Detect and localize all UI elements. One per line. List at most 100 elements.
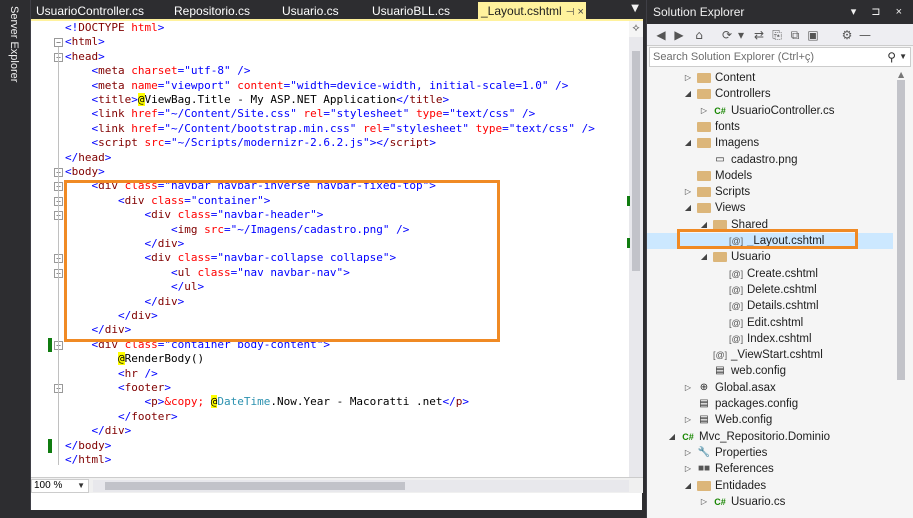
- collapse-toggle-icon[interactable]: −: [54, 38, 63, 48]
- code-line[interactable]: </div>: [65, 237, 184, 251]
- tree-item-fonts[interactable]: fonts: [647, 119, 900, 135]
- code-line[interactable]: <ul class="nav navbar-nav">: [65, 266, 350, 280]
- tree-item-views[interactable]: ◢ Views: [647, 200, 900, 216]
- close-icon[interactable]: ×: [577, 6, 583, 18]
- code-line[interactable]: <footer>: [65, 381, 171, 395]
- tree-item-web-config[interactable]: ▤ web.config: [647, 363, 900, 379]
- code-line[interactable]: <img src="~/Imagens/cadastro.png" />: [65, 223, 409, 237]
- code-line[interactable]: <div class="container body-content">: [65, 338, 330, 352]
- collapsed-arrow-icon[interactable]: ▷: [683, 380, 693, 396]
- tree-item-content[interactable]: ▷ Content: [647, 70, 900, 86]
- preview-icon[interactable]: —: [857, 27, 873, 43]
- collapsed-arrow-icon[interactable]: ▷: [699, 494, 709, 510]
- tree-item-details-cshtml[interactable]: [@] Details.cshtml: [647, 298, 900, 314]
- expanded-arrow-icon[interactable]: ◢: [683, 135, 693, 151]
- horizontal-scroll-thumb[interactable]: [105, 482, 405, 490]
- server-explorer-tab[interactable]: Server Explorer: [8, 6, 22, 82]
- tree-item-delete-cshtml[interactable]: [@] Delete.cshtml: [647, 282, 900, 298]
- panel-window-controls[interactable]: ▾ ⊐ ×: [851, 0, 908, 24]
- expanded-arrow-icon[interactable]: ◢: [667, 429, 677, 445]
- expanded-arrow-icon[interactable]: ◢: [699, 217, 709, 233]
- vertical-scrollbar[interactable]: [629, 21, 643, 477]
- collapsed-arrow-icon[interactable]: ▷: [699, 103, 709, 119]
- code-line[interactable]: </div>: [65, 309, 158, 323]
- tree-item-models[interactable]: Models: [647, 168, 900, 184]
- tree-item-usuario[interactable]: ◢ Usuario: [647, 249, 900, 265]
- code-line[interactable]: <hr />: [65, 367, 158, 381]
- code-line[interactable]: <head>: [65, 50, 105, 64]
- code-area[interactable]: <!DOCTYPE html> <html> <head> <meta charse…: [31, 21, 629, 477]
- chevron-down-icon[interactable]: ▾: [733, 27, 749, 43]
- collapse-all-icon[interactable]: ⧉: [787, 27, 803, 43]
- tree-item-references[interactable]: ▷ ■■ References: [647, 461, 900, 477]
- code-line[interactable]: <div class="container">: [65, 194, 270, 208]
- expanded-arrow-icon[interactable]: ◢: [699, 249, 709, 265]
- solution-scroll-thumb[interactable]: [897, 80, 905, 380]
- code-line[interactable]: <link href="~/Content/bootstrap.min.css"…: [65, 122, 595, 136]
- tree-item-mvc-repositorio-dominio[interactable]: ◢ C# Mvc_Repositorio.Dominio: [647, 429, 900, 445]
- back-icon[interactable]: ◀: [653, 27, 669, 43]
- code-line[interactable]: <script src="~/Scripts/modernizr-2.6.2.j…: [65, 136, 436, 150]
- code-line[interactable]: <meta charset="utf-8" />: [65, 64, 251, 78]
- solution-explorer-search-input[interactable]: Search Solution Explorer (Ctrl+ç) ⚲ ▼: [649, 47, 911, 67]
- code-line[interactable]: <div class="navbar navbar-inverse navbar…: [65, 179, 436, 193]
- refresh-icon[interactable]: ⎘: [769, 27, 785, 43]
- expanded-arrow-icon[interactable]: ◢: [683, 86, 693, 102]
- code-line[interactable]: <div class="navbar-header">: [65, 208, 323, 222]
- code-line[interactable]: </div>: [65, 295, 184, 309]
- expanded-arrow-icon[interactable]: ◢: [683, 200, 693, 216]
- tree-item-web-config[interactable]: ▷ ▤ Web.config: [647, 412, 900, 428]
- code-line[interactable]: <body>: [65, 165, 105, 179]
- search-icon[interactable]: ⚲: [887, 48, 896, 66]
- tree-item-usuario-cs[interactable]: ▷ C# Usuario.cs: [647, 494, 900, 510]
- split-editor-icon[interactable]: ⟡: [629, 21, 643, 37]
- code-line[interactable]: </head>: [65, 151, 111, 165]
- collapsed-arrow-icon[interactable]: ▷: [683, 184, 693, 200]
- pending-changes-icon[interactable]: ⇄: [751, 27, 767, 43]
- code-line[interactable]: <title>@ViewBag.Title - My ASP.NET Appli…: [65, 93, 449, 107]
- code-line[interactable]: </ul>: [65, 280, 204, 294]
- code-line[interactable]: <p>&copy; @DateTime.Now.Year - Macoratti…: [65, 395, 469, 409]
- scroll-up-icon[interactable]: ▲: [898, 70, 904, 79]
- tree-item-controllers[interactable]: ◢ Controllers: [647, 86, 900, 102]
- tab-overflow-icon[interactable]: ▼: [631, 3, 639, 14]
- tree-item-cadastro-png[interactable]: ▭ cadastro.png: [647, 152, 900, 168]
- collapsed-arrow-icon[interactable]: ▷: [683, 412, 693, 428]
- code-line[interactable]: </div>: [65, 323, 132, 337]
- code-line[interactable]: </div>: [65, 424, 132, 438]
- tree-item-scripts[interactable]: ▷ Scripts: [647, 184, 900, 200]
- tree-item-imagens[interactable]: ◢ Imagens: [647, 135, 900, 151]
- tree-item-viewstart-cshtml[interactable]: [@] _ViewStart.cshtml: [647, 347, 900, 363]
- tree-item-index-cshtml[interactable]: [@] Index.cshtml: [647, 331, 900, 347]
- properties-icon[interactable]: ⚙: [839, 27, 855, 43]
- collapsed-arrow-icon[interactable]: ▷: [683, 445, 693, 461]
- tree-item-layout-cshtml[interactable]: [@] _Layout.cshtml: [647, 233, 900, 249]
- tree-item-entidades[interactable]: ◢ Entidades: [647, 478, 900, 494]
- pin-icon[interactable]: ⊣: [566, 7, 575, 18]
- code-line[interactable]: </body>: [65, 439, 111, 453]
- code-line[interactable]: <html>: [65, 35, 105, 49]
- code-line[interactable]: <div class="navbar-collapse collapse">: [65, 251, 396, 265]
- tree-item-edit-cshtml[interactable]: [@] Edit.cshtml: [647, 315, 900, 331]
- chevron-down-icon[interactable]: ▼: [899, 48, 907, 66]
- code-line[interactable]: </footer>: [65, 410, 178, 424]
- tree-item-usuariocontroller-cs[interactable]: ▷ C# UsuarioController.cs: [647, 103, 900, 119]
- show-all-files-icon[interactable]: ▣: [805, 27, 821, 43]
- home-icon[interactable]: ⌂: [691, 27, 707, 43]
- tree-item-packages-config[interactable]: ▤ packages.config: [647, 396, 900, 412]
- tree-item-shared[interactable]: ◢ Shared: [647, 217, 900, 233]
- code-line[interactable]: <link href="~/Content/Site.css" rel="sty…: [65, 107, 536, 121]
- vertical-scroll-thumb[interactable]: [632, 51, 640, 271]
- tree-item-create-cshtml[interactable]: [@] Create.cshtml: [647, 266, 900, 282]
- forward-icon[interactable]: ▶: [671, 27, 687, 43]
- expanded-arrow-icon[interactable]: ◢: [683, 478, 693, 494]
- code-line[interactable]: </html>: [65, 453, 111, 467]
- code-line[interactable]: @RenderBody(): [65, 352, 204, 366]
- horizontal-scrollbar[interactable]: [93, 480, 629, 492]
- code-line[interactable]: <meta name="viewport" content="width=dev…: [65, 79, 569, 93]
- collapsed-arrow-icon[interactable]: ▷: [683, 461, 693, 477]
- code-line[interactable]: <!DOCTYPE html>: [65, 21, 164, 35]
- collapsed-arrow-icon[interactable]: ▷: [683, 70, 693, 86]
- solution-explorer-scrollbar[interactable]: ▲: [893, 68, 913, 518]
- tree-item-properties[interactable]: ▷ 🔧 Properties: [647, 445, 900, 461]
